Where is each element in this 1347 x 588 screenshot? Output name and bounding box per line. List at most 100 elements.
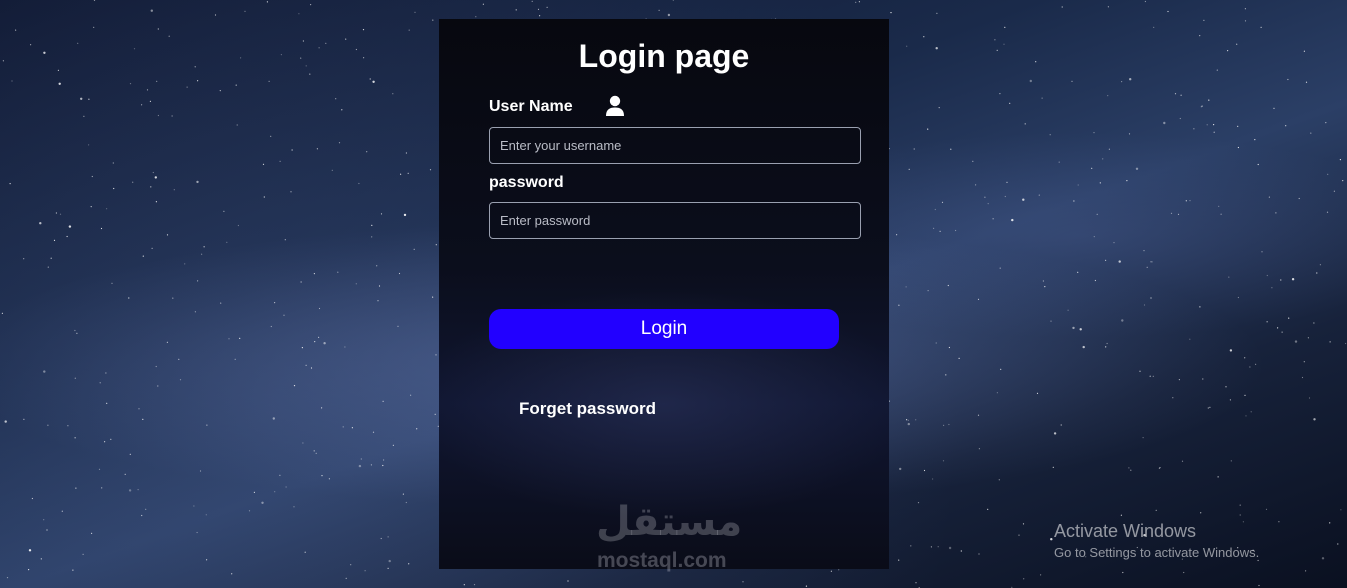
star bbox=[987, 203, 989, 205]
username-input[interactable] bbox=[489, 127, 861, 164]
star bbox=[106, 402, 108, 404]
star bbox=[1340, 509, 1342, 511]
star bbox=[129, 453, 131, 455]
star bbox=[1058, 161, 1060, 163]
star bbox=[1122, 571, 1124, 574]
star bbox=[335, 98, 337, 100]
star bbox=[178, 358, 180, 360]
star bbox=[155, 365, 157, 368]
star bbox=[1265, 508, 1268, 510]
star bbox=[1327, 173, 1329, 175]
star bbox=[567, 580, 569, 582]
star bbox=[1177, 213, 1180, 215]
star bbox=[994, 39, 996, 41]
star bbox=[1257, 559, 1259, 562]
star bbox=[150, 186, 152, 188]
star bbox=[915, 582, 917, 584]
star bbox=[1313, 322, 1315, 324]
star bbox=[1061, 6, 1063, 8]
star bbox=[272, 417, 275, 420]
forget-password-link[interactable]: Forget password bbox=[519, 399, 656, 419]
star bbox=[88, 98, 90, 100]
star bbox=[248, 510, 251, 512]
star bbox=[194, 311, 196, 313]
star bbox=[337, 271, 339, 273]
star bbox=[890, 12, 892, 14]
star bbox=[55, 212, 58, 214]
password-input[interactable] bbox=[489, 202, 861, 239]
star bbox=[318, 336, 320, 338]
star bbox=[179, 379, 182, 381]
star bbox=[112, 162, 114, 164]
star bbox=[1333, 190, 1335, 192]
star bbox=[1291, 278, 1295, 281]
star bbox=[805, 585, 808, 587]
star bbox=[934, 208, 936, 211]
star bbox=[300, 57, 302, 59]
star bbox=[157, 385, 159, 387]
star bbox=[30, 44, 32, 46]
star bbox=[1023, 578, 1025, 580]
star bbox=[293, 506, 295, 508]
star bbox=[1200, 512, 1202, 514]
star bbox=[197, 280, 199, 282]
star bbox=[376, 265, 378, 267]
star bbox=[105, 372, 107, 374]
star bbox=[1003, 43, 1005, 45]
star bbox=[407, 172, 409, 174]
star bbox=[1094, 279, 1096, 282]
star bbox=[1201, 105, 1203, 107]
star bbox=[380, 213, 383, 215]
star bbox=[100, 227, 103, 230]
star bbox=[998, 479, 1000, 481]
star bbox=[1342, 180, 1344, 182]
star bbox=[1113, 242, 1115, 244]
star bbox=[1053, 432, 1057, 435]
star bbox=[1150, 261, 1152, 263]
star bbox=[370, 464, 372, 466]
star bbox=[315, 452, 317, 454]
star bbox=[168, 35, 170, 37]
star bbox=[321, 407, 323, 409]
star bbox=[369, 78, 371, 80]
star bbox=[171, 115, 173, 117]
star bbox=[1121, 81, 1123, 83]
star bbox=[432, 296, 434, 298]
star bbox=[1155, 509, 1157, 511]
star bbox=[366, 151, 368, 153]
star bbox=[403, 213, 407, 217]
star bbox=[1093, 236, 1095, 238]
star bbox=[66, 235, 68, 238]
star bbox=[432, 19, 434, 21]
star bbox=[1067, 309, 1069, 311]
star bbox=[1199, 35, 1201, 37]
star bbox=[314, 341, 316, 343]
star bbox=[128, 489, 132, 492]
star bbox=[98, 468, 101, 470]
star bbox=[413, 248, 415, 250]
login-button[interactable]: Login bbox=[489, 309, 839, 349]
star bbox=[43, 51, 46, 54]
star bbox=[344, 346, 346, 348]
star bbox=[113, 187, 115, 190]
star bbox=[355, 48, 357, 51]
login-card: Login page User Name password Login Forg… bbox=[439, 19, 889, 572]
star bbox=[300, 281, 302, 283]
star bbox=[1174, 93, 1177, 95]
star bbox=[150, 9, 153, 12]
star bbox=[1305, 81, 1308, 83]
star bbox=[318, 307, 321, 310]
star bbox=[154, 176, 157, 179]
star bbox=[1077, 271, 1079, 273]
star bbox=[958, 357, 960, 359]
star bbox=[1244, 357, 1246, 359]
star bbox=[1236, 43, 1238, 45]
star bbox=[1239, 504, 1241, 506]
star bbox=[1321, 557, 1325, 560]
activate-windows-notice: Activate Windows Go to Settings to activ… bbox=[1054, 521, 1259, 560]
star bbox=[231, 573, 233, 575]
star bbox=[1179, 117, 1181, 120]
star bbox=[236, 124, 238, 126]
star bbox=[539, 15, 541, 17]
star bbox=[206, 559, 208, 561]
